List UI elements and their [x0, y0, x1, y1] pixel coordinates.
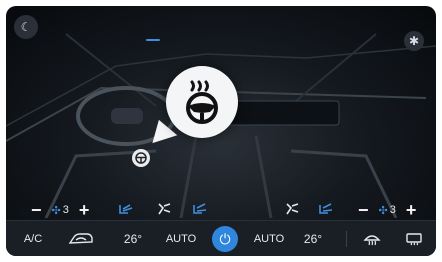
steering-wheel-icon: [135, 152, 147, 164]
right-vent-face-feet-icon[interactable]: [318, 202, 334, 216]
left-fan-minus-button[interactable]: −: [31, 201, 42, 219]
vent-face-icon[interactable]: [118, 202, 134, 216]
climate-control-bar: A/C 26° AUTO ⏻ AUTO 26°: [6, 220, 436, 256]
rear-defrost-button[interactable]: [400, 221, 428, 256]
left-fan-control: − ✣ 3 +: [31, 201, 90, 219]
recirculation-button[interactable]: [64, 221, 98, 256]
right-fan-level-value: 3: [389, 204, 396, 216]
right-auto-button[interactable]: AUTO: [250, 221, 288, 256]
right-fan-plus-button[interactable]: +: [406, 201, 417, 219]
right-temperature[interactable]: 26°: [298, 221, 328, 256]
left-auto-button[interactable]: AUTO: [162, 221, 200, 256]
left-fan-level: ✣ 3: [52, 204, 69, 217]
settings-icon[interactable]: ✱: [404, 31, 424, 51]
heated-steering-wheel-icon: [186, 80, 218, 124]
indicator-bar: [146, 39, 160, 41]
fan-icon: ✣: [51, 204, 61, 217]
right-vent-feet-icon[interactable]: [284, 202, 300, 216]
right-fan-minus-button[interactable]: −: [358, 201, 369, 219]
heated-steering-wheel-popup: [166, 66, 238, 138]
recirculation-icon: [68, 233, 93, 244]
rear-defrost-icon: [406, 233, 422, 246]
divider: [346, 231, 347, 247]
left-fan-level-value: 3: [62, 204, 69, 216]
left-fan-plus-button[interactable]: +: [79, 201, 90, 219]
right-fan-level: ✣ 3: [379, 204, 396, 217]
left-temperature[interactable]: 26°: [118, 221, 148, 256]
front-defrost-icon: [363, 235, 381, 246]
right-fan-control: − ✣ 3 +: [358, 201, 417, 219]
moon-icon[interactable]: ☾: [14, 15, 38, 39]
steering-wheel-button[interactable]: [132, 149, 150, 167]
vent-feet-icon[interactable]: [156, 202, 172, 216]
power-icon: ⏻: [212, 226, 238, 252]
fan-icon: ✣: [378, 204, 388, 217]
front-defrost-button[interactable]: [358, 221, 386, 256]
power-button[interactable]: ⏻: [209, 221, 241, 256]
climate-screen: ☾ ✱ − ✣ 3 + − ✣ 3 + A/C 26° AUTO ⏻ AUTO …: [6, 6, 436, 256]
vent-face-feet-icon[interactable]: [192, 202, 208, 216]
ac-button[interactable]: A/C: [18, 221, 48, 256]
